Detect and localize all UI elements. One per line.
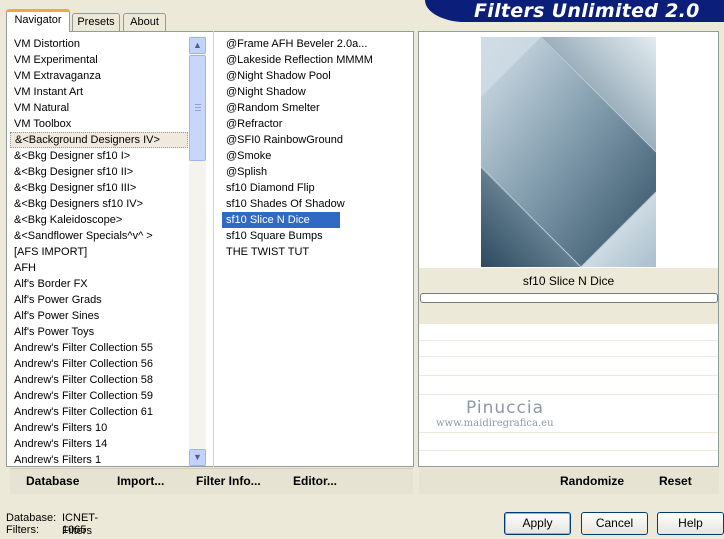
filter-item[interactable]: THE TWIST TUT <box>222 244 412 260</box>
filter-info-button[interactable]: Filter Info... <box>196 473 261 489</box>
divider <box>419 375 718 376</box>
category-item[interactable]: &<Bkg Designers sf10 IV> <box>10 196 188 212</box>
category-item[interactable]: Andrew's Filters 10 <box>10 420 188 436</box>
divider <box>419 394 718 395</box>
category-item[interactable]: Alf's Power Toys <box>10 324 188 340</box>
filter-item[interactable]: @Night Shadow <box>222 84 412 100</box>
scroll-up-icon[interactable]: ▲ <box>189 37 206 54</box>
preview-image <box>481 37 656 267</box>
divider <box>419 450 718 451</box>
help-button[interactable]: Help <box>657 512 724 535</box>
category-item[interactable]: Andrew's Filter Collection 56 <box>10 356 188 372</box>
filter-item[interactable]: @Refractor <box>222 116 412 132</box>
apply-button[interactable]: Apply <box>504 512 571 535</box>
tab-presets[interactable]: Presets <box>72 13 120 31</box>
divider <box>419 356 718 357</box>
filter-item[interactable]: sf10 Diamond Flip <box>222 180 412 196</box>
category-item[interactable]: &<Background Designers IV> <box>10 132 188 148</box>
category-item[interactable]: Alf's Power Sines <box>10 308 188 324</box>
category-item[interactable]: VM Toolbox <box>10 116 188 132</box>
filter-item[interactable]: @SFI0 RainbowGround <box>222 132 412 148</box>
category-item[interactable]: VM Experimental <box>10 52 188 68</box>
filter-item[interactable]: @Random Smelter <box>222 100 412 116</box>
cancel-button[interactable]: Cancel <box>581 512 648 535</box>
filter-item[interactable]: @Frame AFH Beveler 2.0a... <box>222 36 412 52</box>
category-item[interactable]: VM Natural <box>10 100 188 116</box>
watermark-name: Pinuccia <box>466 398 544 418</box>
import-button[interactable]: Import... <box>117 473 164 489</box>
category-item[interactable]: &<Bkg Designer sf10 II> <box>10 164 188 180</box>
list-divider <box>213 31 214 467</box>
category-item[interactable]: VM Instant Art <box>10 84 188 100</box>
category-item[interactable]: Alf's Power Grads <box>10 292 188 308</box>
category-item[interactable]: Andrew's Filter Collection 61 <box>10 404 188 420</box>
tab-about[interactable]: About <box>123 13 166 31</box>
scroll-down-icon[interactable]: ▼ <box>189 449 206 466</box>
category-item[interactable]: Andrew's Filters 1 <box>10 452 188 468</box>
divider <box>419 340 718 341</box>
divider <box>419 432 718 433</box>
category-item[interactable]: VM Distortion <box>10 36 188 52</box>
filter-item[interactable]: @Splish <box>222 164 412 180</box>
filters-value: 1065 <box>62 524 87 536</box>
category-item[interactable]: &<Bkg Designer sf10 I> <box>10 148 188 164</box>
app-title: Filters Unlimited 2.0 <box>474 0 700 22</box>
filter-item[interactable]: @Night Shadow Pool <box>222 68 412 84</box>
tab-navigator[interactable]: Navigator <box>6 9 70 32</box>
filters-label: Filters: <box>6 524 39 536</box>
category-item[interactable]: &<Bkg Kaleidoscope> <box>10 212 188 228</box>
progress-bar <box>420 293 718 303</box>
category-item[interactable]: &<Sandflower Specials^v^ > <box>10 228 188 244</box>
category-item[interactable]: Andrew's Filter Collection 59 <box>10 388 188 404</box>
randomize-button[interactable]: Randomize <box>560 473 624 489</box>
category-item[interactable]: Alf's Border FX <box>10 276 188 292</box>
database-button[interactable]: Database <box>26 473 79 489</box>
category-item[interactable]: Andrew's Filter Collection 58 <box>10 372 188 388</box>
category-list[interactable]: VM Distortion VM Experimental VM Extravaga… <box>10 36 188 468</box>
filter-item[interactable]: @Lakeside Reflection MMMM <box>222 52 412 68</box>
category-item[interactable]: VM Extravaganza <box>10 68 188 84</box>
scroll-thumb[interactable] <box>189 55 206 161</box>
category-scrollbar[interactable]: ▲ ▼ <box>189 36 206 466</box>
filter-item[interactable]: sf10 Slice N Dice <box>222 212 340 228</box>
filter-item[interactable]: sf10 Square Bumps <box>222 228 412 244</box>
filter-list[interactable]: @Frame AFH Beveler 2.0a... @Lakeside Refl… <box>222 36 412 264</box>
preview-filter-name: sf10 Slice N Dice <box>522 274 615 288</box>
filter-item[interactable]: @Smoke <box>222 148 412 164</box>
reset-button[interactable]: Reset <box>659 473 692 489</box>
category-item[interactable]: Andrew's Filters 14 <box>10 436 188 452</box>
category-item[interactable]: &<Bkg Designer sf10 III> <box>10 180 188 196</box>
watermark-url: www.maidiregrafica.eu <box>436 418 554 429</box>
category-item[interactable]: Andrew's Filter Collection 55 <box>10 340 188 356</box>
filter-item[interactable]: sf10 Shades Of Shadow <box>222 196 412 212</box>
category-item[interactable]: [AFS IMPORT] <box>10 244 188 260</box>
editor-button[interactable]: Editor... <box>293 473 337 489</box>
preview-pattern <box>481 37 656 267</box>
category-item[interactable]: AFH <box>10 260 188 276</box>
